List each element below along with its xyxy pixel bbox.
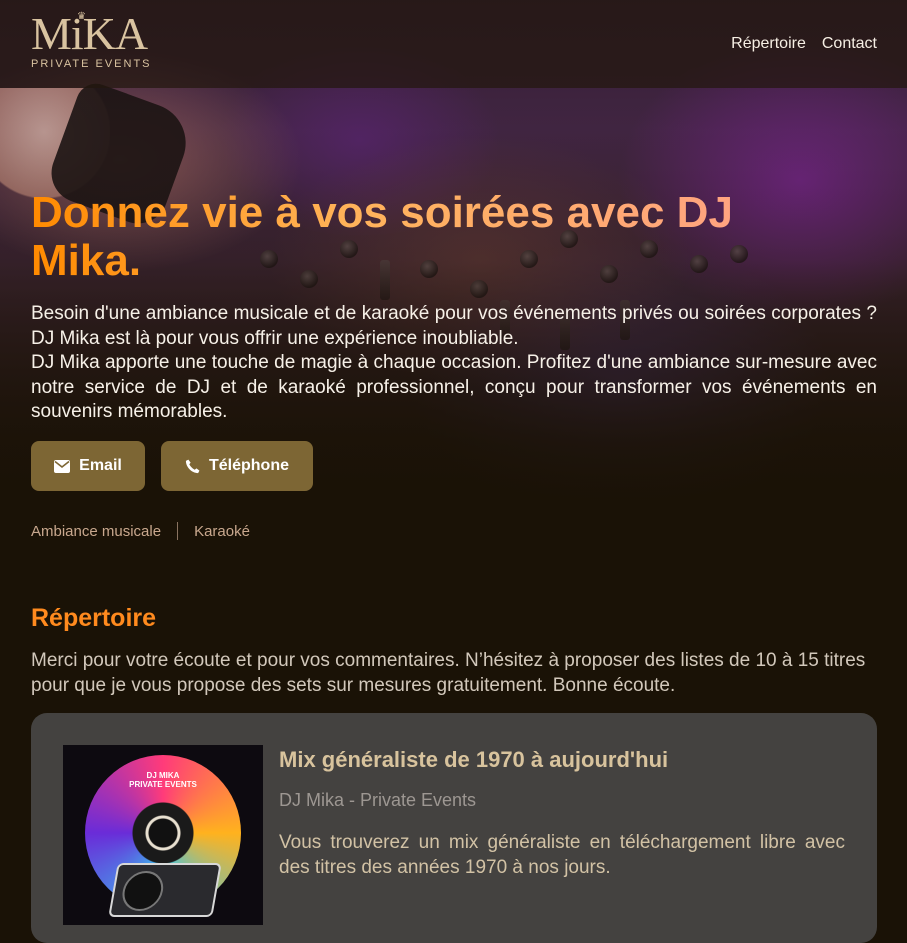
hero-paragraph-2: DJ Mika apporte une touche de magie à ch… xyxy=(31,352,877,422)
cover-label: DJ MIKA PRIVATE EVENTS xyxy=(129,771,197,789)
mix-cover-image[interactable]: DJ MIKA PRIVATE EVENTS xyxy=(63,745,263,925)
mix-author: DJ Mika - Private Events xyxy=(279,790,477,810)
main-nav: Répertoire Contact xyxy=(731,35,877,53)
email-button-label: Email xyxy=(79,457,122,474)
hero-description: Besoin d'une ambiance musicale et de kar… xyxy=(31,302,877,425)
tag-karaoke: Karaoké xyxy=(194,522,250,540)
crown-icon: ♛ xyxy=(77,11,86,22)
service-tags: Ambiance musicale Karaoké xyxy=(31,522,250,540)
repertoire-intro: Merci pour votre écoute et pour vos comm… xyxy=(31,650,866,696)
nav-link-contact[interactable]: Contact xyxy=(822,35,877,53)
logo-tagline: PRIVATE EVENTS xyxy=(31,58,152,70)
tag-divider xyxy=(177,522,179,540)
logo-wordmark: MiKA xyxy=(31,8,148,59)
nav-link-repertoire[interactable]: Répertoire xyxy=(731,35,806,53)
email-button[interactable]: Email xyxy=(31,441,145,491)
phone-icon xyxy=(185,459,200,474)
mix-title[interactable]: Mix généraliste de 1970 à aujourd'hui xyxy=(279,745,668,775)
tag-ambiance-musicale: Ambiance musicale xyxy=(31,522,162,540)
logo[interactable]: ♛ MiKA PRIVATE EVENTS xyxy=(31,10,151,74)
hero-title: Donnez vie à vos soirées avec DJ Mika. xyxy=(31,189,831,285)
phone-button-label: Téléphone xyxy=(208,457,289,474)
mix-description: Vous trouverez un mix généraliste en tél… xyxy=(279,832,845,878)
turntable-graphic xyxy=(108,863,222,917)
phone-button[interactable]: Téléphone xyxy=(161,441,313,491)
mix-card[interactable]: DJ MIKA PRIVATE EVENTS Mix généraliste d… xyxy=(31,713,877,943)
repertoire-heading: Répertoire xyxy=(31,604,157,632)
envelope-icon xyxy=(54,459,71,473)
site-header: ♛ MiKA PRIVATE EVENTS Répertoire Contact xyxy=(0,0,907,88)
hero-paragraph-1: Besoin d'une ambiance musicale et de kar… xyxy=(31,303,877,349)
